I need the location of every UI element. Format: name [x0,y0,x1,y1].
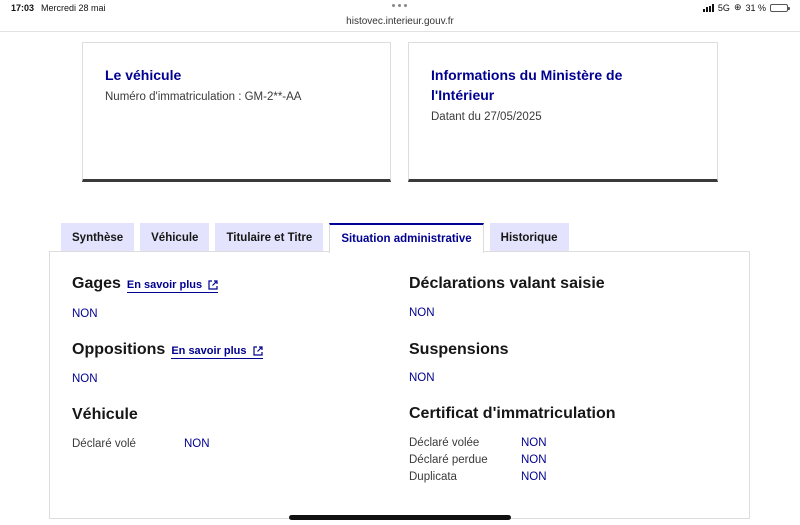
cert-stolen-value: NON [521,437,547,449]
ministry-title-line2: l'Intérieur [431,87,495,103]
vehicule-title: Véhicule [72,406,138,423]
battery-percent: 31 % [745,2,766,13]
tab-bar: Synthèse Véhicule Titulaire et Titre Sit… [61,223,569,253]
certificat-row: Déclaré volée NON [409,437,547,449]
network-label: 5G [717,2,730,13]
gages-link-label: En savoir plus [126,279,203,291]
cert-duplicate-label: Duplicata [409,471,457,483]
saisie-title: Déclarations valant saisie [409,275,605,292]
tab-vehicule[interactable]: Véhicule [140,223,210,252]
suspensions-value: NON [409,372,435,384]
vehicle-card: Le véhicule Numéro d'immatriculation : G… [82,42,391,182]
oppositions-value: NON [72,373,98,385]
cert-lost-value: NON [521,454,547,466]
cert-duplicate-value: NON [521,471,547,483]
oppositions-section: Oppositions En savoir plus [72,341,263,359]
status-date: Mercredi 28 mai [41,3,106,13]
status-time: 17:03 [11,3,35,13]
cert-stolen-label: Déclaré volée [409,437,480,449]
battery-icon [770,3,790,12]
ministry-card: Informations du Ministère de l'Intérieur… [408,42,718,182]
certificat-row: Duplicata NON [409,471,547,483]
toolbar-divider [0,31,800,32]
registration-number: Numéro d'immatriculation : GM-2**-AA [105,91,302,103]
gages-section: Gages En savoir plus [72,275,219,293]
tab-titulaire-titre[interactable]: Titulaire et Titre [215,223,324,252]
saisie-value: NON [409,307,435,319]
suspensions-title: Suspensions [409,341,509,358]
declared-stolen-label: Déclaré volé [72,438,136,450]
gages-title: Gages [72,275,121,292]
tab-panel: Gages En savoir plus NON Oppositions En … [49,251,750,519]
cert-lost-label: Déclaré perdue [409,454,488,466]
oppositions-title: Oppositions [72,341,166,358]
oppositions-more-link[interactable]: En savoir plus [171,344,263,359]
oppositions-link-label: En savoir plus [171,345,247,357]
address-bar[interactable]: histovec.interieur.gouv.fr [0,16,800,27]
external-link-icon [252,346,263,356]
gages-more-link[interactable]: En savoir plus [126,278,219,293]
certificat-title: Certificat d'immatriculation [409,405,616,422]
cellular-signal-icon [702,3,714,12]
tab-historique[interactable]: Historique [489,223,569,252]
ministry-card-title: Informations du Ministère de l'Intérieur [431,65,695,105]
external-link-icon [208,280,218,290]
status-bar: 17:03 Mercredi 28 mai 5G ⊕ 31 % [0,0,800,14]
tab-situation-administrative[interactable]: Situation administrative [329,223,484,253]
certificat-row: Déclaré perdue NON [409,454,547,466]
home-indicator[interactable] [289,515,511,520]
vehicule-row: Déclaré volé NON [72,438,210,450]
ministry-title-line1: Informations du Ministère de [431,67,623,83]
declared-stolen-value: NON [184,438,210,450]
tab-synthese[interactable]: Synthèse [61,223,135,252]
vehicle-card-title: Le véhicule [105,67,182,83]
data-date: Datant du 27/05/2025 [431,111,542,123]
gages-value: NON [72,308,98,320]
multitasking-dots-icon[interactable] [392,4,407,7]
orientation-lock-icon: ⊕ [733,2,742,12]
